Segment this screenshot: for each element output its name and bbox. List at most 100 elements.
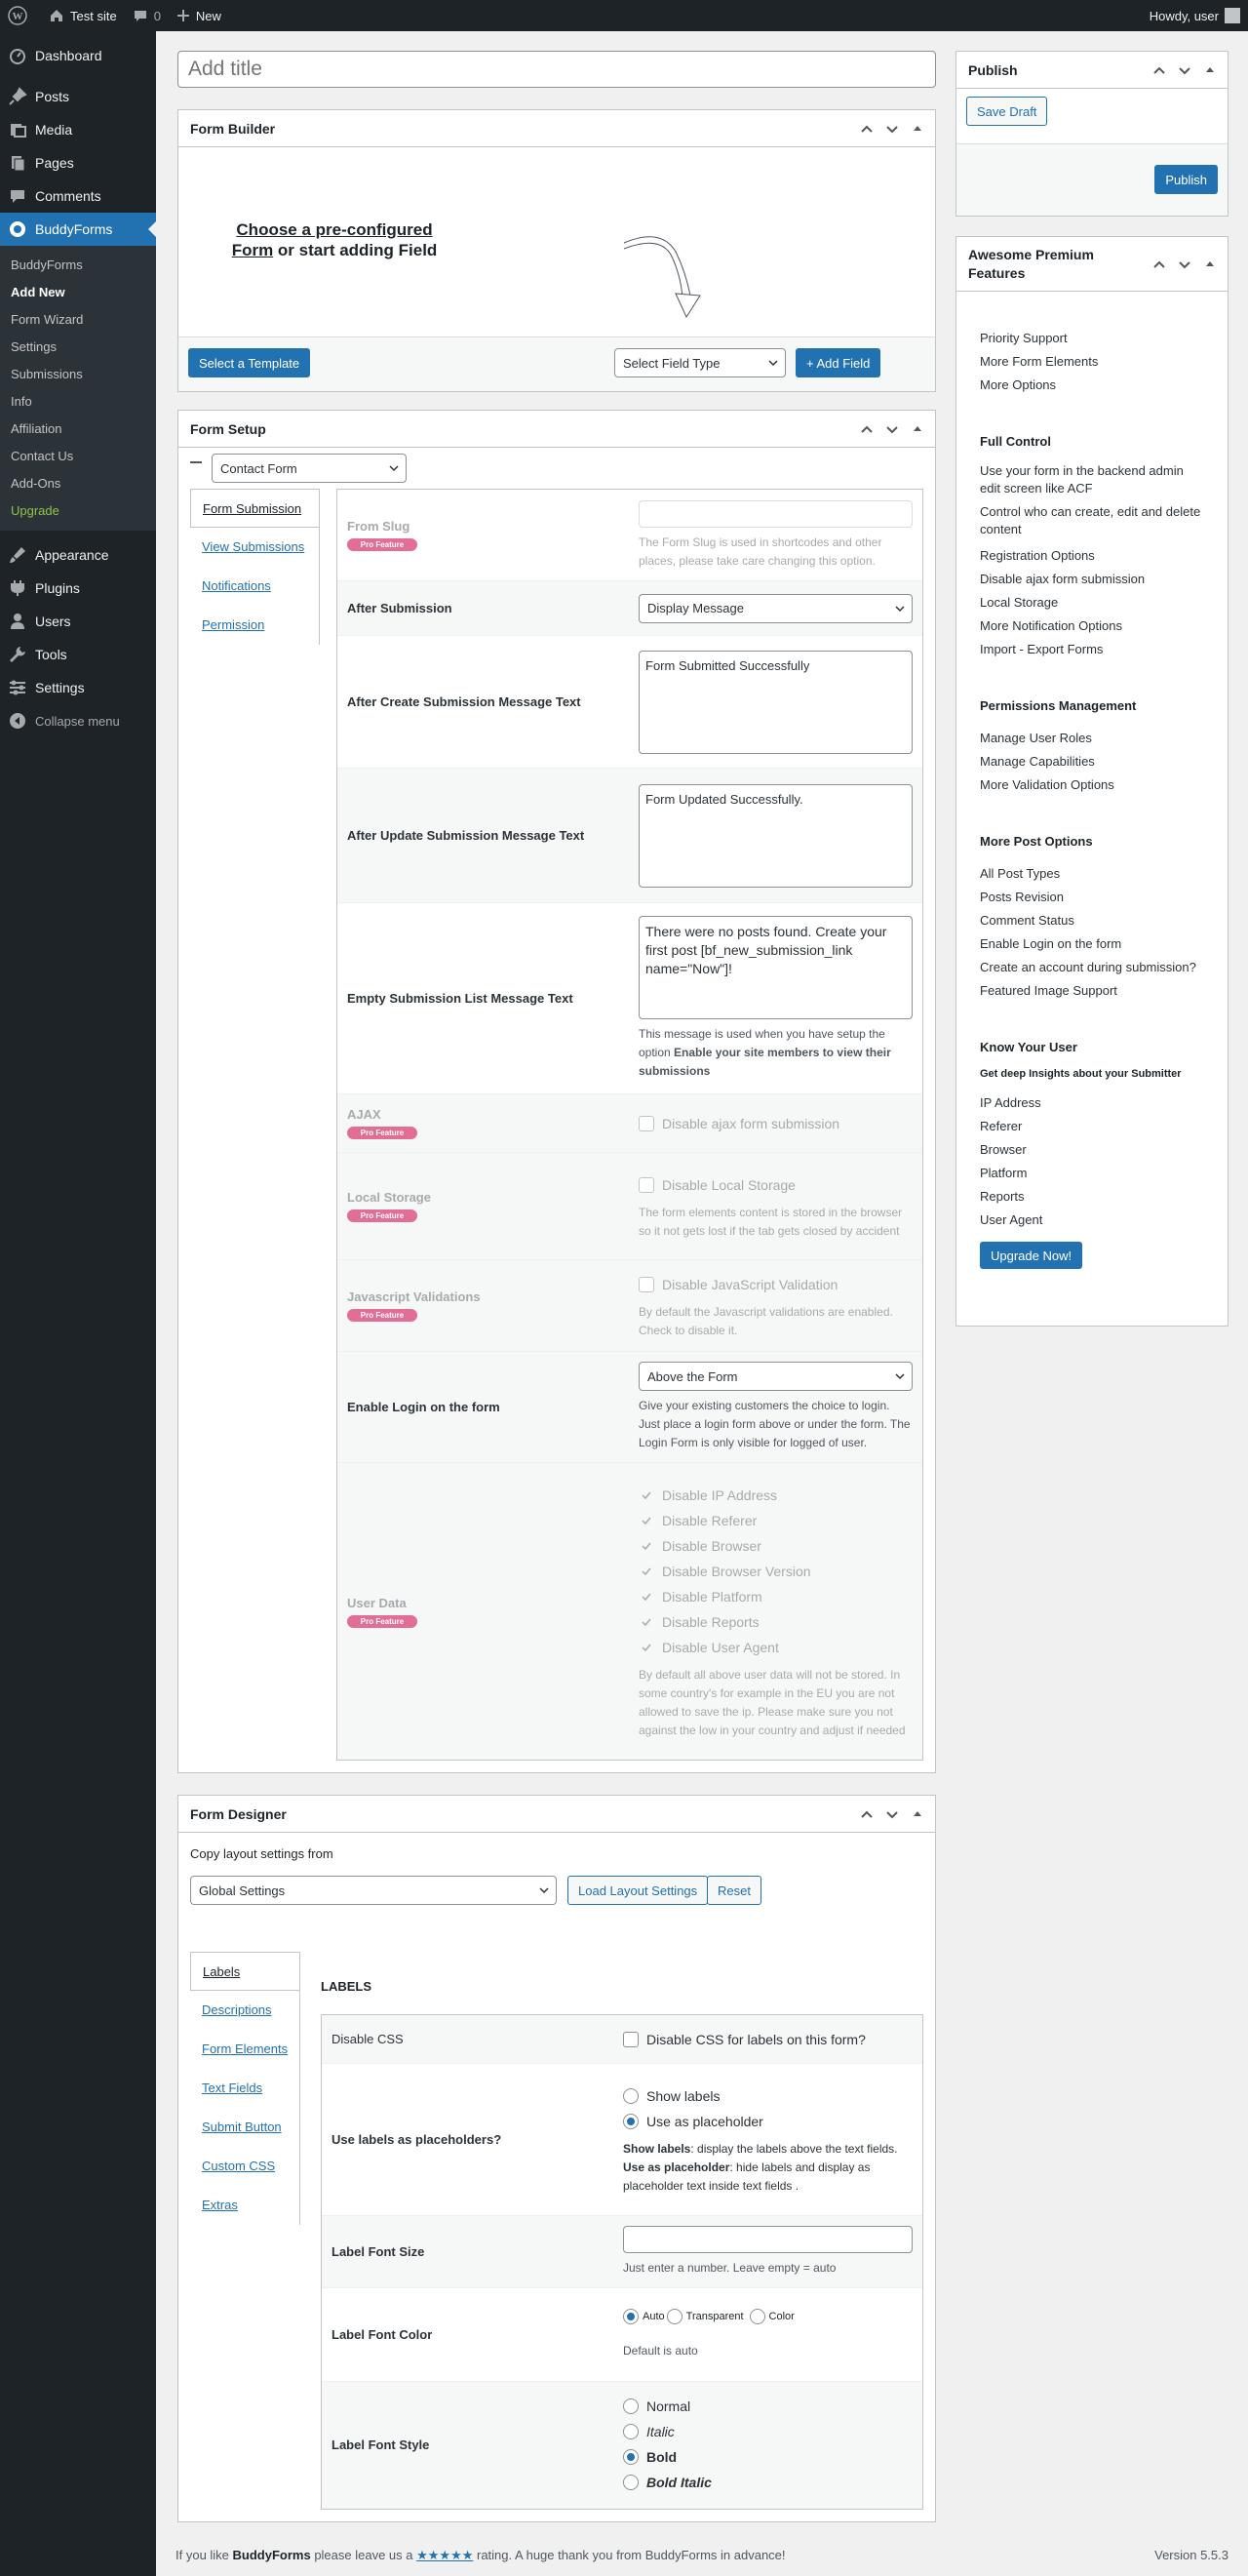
style-normal-radio[interactable] bbox=[623, 2398, 639, 2414]
chevron-up-icon[interactable] bbox=[857, 1804, 877, 1824]
rating-stars-link[interactable]: ★★★★★ bbox=[416, 2548, 473, 2562]
empty-list-textarea[interactable]: There were no posts found. Create your f… bbox=[639, 916, 913, 1019]
after-create-textarea[interactable]: Form Submitted Successfully bbox=[639, 650, 913, 754]
submenu-submissions[interactable]: Submissions bbox=[0, 361, 156, 388]
list-item: More Options bbox=[980, 377, 1057, 392]
after-submission-select[interactable]: Display Message bbox=[639, 593, 913, 623]
title-input[interactable] bbox=[177, 51, 936, 88]
chevron-down-icon[interactable] bbox=[882, 1804, 902, 1824]
tab-view-submissions[interactable]: View Submissions bbox=[190, 528, 319, 567]
form-builder-intro: Choose a pre-configured Form or start ad… bbox=[231, 220, 438, 259]
tab-form-submission[interactable]: Form Submission bbox=[190, 489, 319, 528]
site-name-link[interactable]: Test site bbox=[41, 0, 125, 31]
publish-button[interactable]: Publish bbox=[1154, 165, 1218, 194]
collapse-toggle-icon[interactable] bbox=[1200, 255, 1220, 274]
submenu-affiliation[interactable]: Affiliation bbox=[0, 416, 156, 443]
color-transparent-radio[interactable] bbox=[666, 2309, 682, 2324]
tab-extras[interactable]: Extras bbox=[190, 2186, 299, 2225]
menu-dashboard[interactable]: Dashboard bbox=[0, 39, 156, 72]
tab-custom-css[interactable]: Custom CSS bbox=[190, 2147, 299, 2186]
reset-button[interactable]: Reset bbox=[707, 1876, 761, 1905]
chevron-up-icon[interactable] bbox=[1150, 60, 1169, 80]
my-account-link[interactable]: Howdy, user bbox=[1142, 0, 1248, 31]
form-type-select[interactable]: Contact Form bbox=[212, 454, 407, 483]
chevron-up-icon[interactable] bbox=[857, 419, 877, 439]
color-custom-radio[interactable] bbox=[749, 2309, 765, 2324]
menu-settings[interactable]: Settings bbox=[0, 671, 156, 704]
submenu-add-ons[interactable]: Add-Ons bbox=[0, 470, 156, 497]
add-field-button[interactable]: + Add Field bbox=[796, 348, 881, 377]
collapse-toggle-icon[interactable] bbox=[908, 1804, 927, 1824]
comments-link[interactable]: 0 bbox=[125, 0, 169, 31]
tab-labels[interactable]: Labels bbox=[190, 1952, 299, 1991]
version-text: Version 5.5.3 bbox=[1154, 2548, 1228, 2562]
after-submission-row: After Submission Display Message bbox=[337, 581, 922, 636]
show-labels-radio[interactable] bbox=[623, 2088, 639, 2104]
chevron-down-icon[interactable] bbox=[1175, 255, 1194, 274]
check-icon[interactable] bbox=[639, 1640, 654, 1655]
use-placeholder-radio[interactable] bbox=[623, 2114, 639, 2129]
js-validation-checkbox[interactable] bbox=[639, 1276, 654, 1292]
field-type-select[interactable]: Select Field Type bbox=[614, 348, 786, 377]
tab-permission[interactable]: Permission bbox=[190, 606, 319, 645]
ajax-checkbox[interactable] bbox=[639, 1115, 654, 1131]
after-update-textarea[interactable]: Form Updated Successfully. bbox=[639, 783, 913, 888]
user-data-row: User Data Pro Feature Disable IP Address … bbox=[347, 1487, 906, 1737]
enable-login-select[interactable]: Above the Form bbox=[639, 1362, 913, 1391]
disable-css-checkbox[interactable] bbox=[623, 2031, 639, 2047]
check-icon[interactable] bbox=[639, 1589, 654, 1605]
check-icon[interactable] bbox=[639, 1614, 654, 1630]
menu-posts[interactable]: Posts bbox=[0, 80, 156, 113]
submenu-upgrade[interactable]: Upgrade bbox=[0, 497, 156, 525]
style-bold-radio[interactable] bbox=[623, 2449, 639, 2465]
form-slug-row: From Slug Pro Feature The Form Slug is us… bbox=[337, 490, 922, 581]
upgrade-now-button[interactable]: Upgrade Now! bbox=[980, 1242, 1083, 1269]
check-icon[interactable] bbox=[639, 1487, 654, 1503]
menu-appearance[interactable]: Appearance bbox=[0, 538, 156, 572]
select-template-button[interactable]: Select a Template bbox=[188, 348, 311, 377]
submenu-buddyforms[interactable]: BuddyForms bbox=[0, 252, 156, 279]
menu-pages[interactable]: Pages bbox=[0, 146, 156, 179]
tab-submit-button[interactable]: Submit Button bbox=[190, 2108, 299, 2147]
wordpress-logo-icon[interactable]: W bbox=[0, 0, 41, 31]
menu-tools[interactable]: Tools bbox=[0, 638, 156, 671]
new-content-link[interactable]: New bbox=[169, 0, 229, 31]
submenu-add-new[interactable]: Add New bbox=[0, 279, 156, 306]
copy-layout-select[interactable]: Global Settings bbox=[190, 1876, 557, 1905]
list-item: Referer bbox=[980, 1119, 1023, 1133]
color-auto-radio[interactable] bbox=[623, 2309, 639, 2324]
tab-notifications[interactable]: Notifications bbox=[190, 567, 319, 606]
check-icon[interactable] bbox=[639, 1538, 654, 1554]
menu-comments[interactable]: Comments bbox=[0, 179, 156, 213]
chevron-up-icon[interactable] bbox=[1150, 255, 1169, 274]
load-layout-button[interactable]: Load Layout Settings bbox=[567, 1876, 709, 1905]
style-bold-italic-radio[interactable] bbox=[623, 2475, 639, 2490]
collapse-menu-button[interactable]: Collapse menu bbox=[0, 704, 156, 737]
chevron-down-icon[interactable] bbox=[882, 419, 902, 439]
tab-descriptions[interactable]: Descriptions bbox=[190, 1991, 299, 2030]
menu-buddyforms[interactable]: BuddyForms bbox=[0, 213, 156, 246]
collapse-toggle-icon[interactable] bbox=[908, 119, 927, 139]
tab-form-elements[interactable]: Form Elements bbox=[190, 2030, 299, 2069]
submenu-contact-us[interactable]: Contact Us bbox=[0, 443, 156, 470]
style-italic-radio[interactable] bbox=[623, 2424, 639, 2439]
save-draft-button[interactable]: Save Draft bbox=[966, 97, 1048, 126]
font-size-input[interactable] bbox=[623, 2226, 913, 2253]
menu-plugins[interactable]: Plugins bbox=[0, 572, 156, 605]
submenu-info[interactable]: Info bbox=[0, 388, 156, 416]
list-item: Platform bbox=[980, 1166, 1028, 1180]
menu-media[interactable]: Media bbox=[0, 113, 156, 146]
chevron-up-icon[interactable] bbox=[857, 119, 877, 139]
chevron-down-icon[interactable] bbox=[882, 119, 902, 139]
collapse-toggle-icon[interactable] bbox=[1200, 60, 1220, 80]
local-storage-checkbox[interactable] bbox=[639, 1176, 654, 1193]
check-icon[interactable] bbox=[639, 1564, 654, 1579]
chevron-down-icon[interactable] bbox=[1175, 60, 1194, 80]
collapse-toggle-icon[interactable] bbox=[908, 419, 927, 439]
submenu-form-wizard[interactable]: Form Wizard bbox=[0, 306, 156, 334]
form-setup-panel: From Slug Pro Feature The Form Slug is us… bbox=[336, 489, 923, 1761]
menu-users[interactable]: Users bbox=[0, 605, 156, 638]
check-icon[interactable] bbox=[639, 1513, 654, 1528]
submenu-settings[interactable]: Settings bbox=[0, 334, 156, 361]
tab-text-fields[interactable]: Text Fields bbox=[190, 2069, 299, 2108]
